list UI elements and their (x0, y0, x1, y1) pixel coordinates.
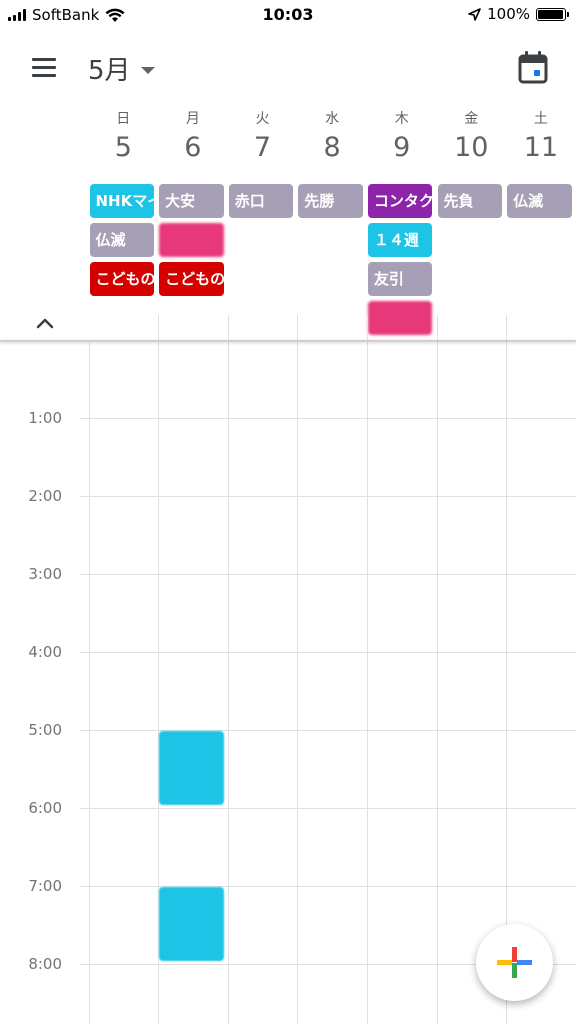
day-number[interactable]: 8 (297, 132, 367, 163)
hour-gridline (80, 808, 576, 809)
day-column-divider (366, 315, 368, 1024)
timed-event-block[interactable] (159, 887, 224, 961)
weekday-label: 水 (325, 111, 340, 127)
hour-gridline (80, 730, 576, 731)
day-number[interactable]: 7 (228, 132, 298, 163)
allday-divider (0, 340, 576, 342)
day-column-divider (297, 315, 299, 1024)
chevron-up-icon[interactable] (30, 308, 60, 338)
all-day-event-chip[interactable]: 仏滅 (89, 223, 155, 257)
all-day-event-chip[interactable]: 仏滅 (507, 184, 572, 218)
all-day-event-chip[interactable]: 先勝 (298, 184, 363, 218)
hour-label: 5:00 (28, 721, 62, 739)
weekday-label: 火 (255, 111, 270, 127)
weekday-label: 日 (116, 111, 131, 127)
weekday-label: 月 (185, 111, 200, 127)
chevron-down-icon (140, 66, 155, 74)
status-bar: SoftBank 10:03 100% (0, 0, 576, 30)
day-column-divider (88, 342, 90, 1024)
month-title: 5月 (88, 55, 131, 86)
hour-label: 1:00 (28, 409, 62, 427)
day-number[interactable]: 10 (437, 132, 507, 163)
hour-gridline (80, 652, 576, 653)
battery-percent: 100% (487, 5, 530, 23)
hour-label: 8:00 (28, 955, 62, 973)
hour-gridline (80, 886, 576, 887)
hamburger-menu-icon[interactable] (22, 50, 66, 86)
hour-label: 6:00 (28, 799, 62, 817)
all-day-event-chip[interactable]: 赤口 (228, 184, 294, 218)
app-bar: 5月 (0, 40, 576, 96)
all-day-event-chip[interactable]: NHKマイ (89, 184, 155, 218)
location-arrow-icon (468, 7, 481, 21)
weekday-label: 土 (533, 111, 548, 127)
add-plus-icon (497, 947, 532, 978)
all-day-event-chip[interactable]: 大安 (159, 184, 224, 218)
all-day-event-chip[interactable]: こどもの (159, 262, 224, 296)
all-day-event-chip[interactable] (367, 301, 433, 335)
hour-label: 7:00 (28, 877, 62, 895)
all-day-event-chip[interactable]: 友引 (367, 262, 433, 296)
hour-gridline (80, 418, 576, 419)
day-column-divider (436, 315, 438, 1024)
hour-label: 3:00 (28, 565, 62, 583)
hour-label: 2:00 (28, 487, 62, 505)
day-number[interactable]: 11 (506, 132, 576, 163)
hour-label: 4:00 (28, 643, 62, 661)
day-number[interactable]: 9 (367, 132, 437, 163)
all-day-event-chip[interactable]: 先負 (437, 184, 503, 218)
timed-event-block[interactable] (159, 731, 224, 805)
all-day-event-chip[interactable]: １４週 (367, 223, 433, 257)
day-number[interactable]: 5 (89, 132, 159, 163)
hour-gridline (80, 496, 576, 497)
battery-icon (536, 7, 569, 21)
create-event-button[interactable] (476, 924, 553, 1001)
all-day-event-chip[interactable] (159, 223, 224, 257)
weekday-label: 金 (464, 111, 479, 127)
all-day-event-chip[interactable]: コンタク (367, 184, 433, 218)
day-column-divider (227, 315, 229, 1024)
weekday-label: 木 (394, 111, 409, 127)
hour-gridline (80, 574, 576, 575)
calendar-today-icon[interactable] (518, 50, 548, 84)
day-number[interactable]: 6 (158, 132, 228, 163)
day-column-divider (506, 315, 508, 1024)
month-selector[interactable]: 5月 (88, 48, 155, 88)
all-day-event-chip[interactable]: こどもの (89, 262, 155, 296)
